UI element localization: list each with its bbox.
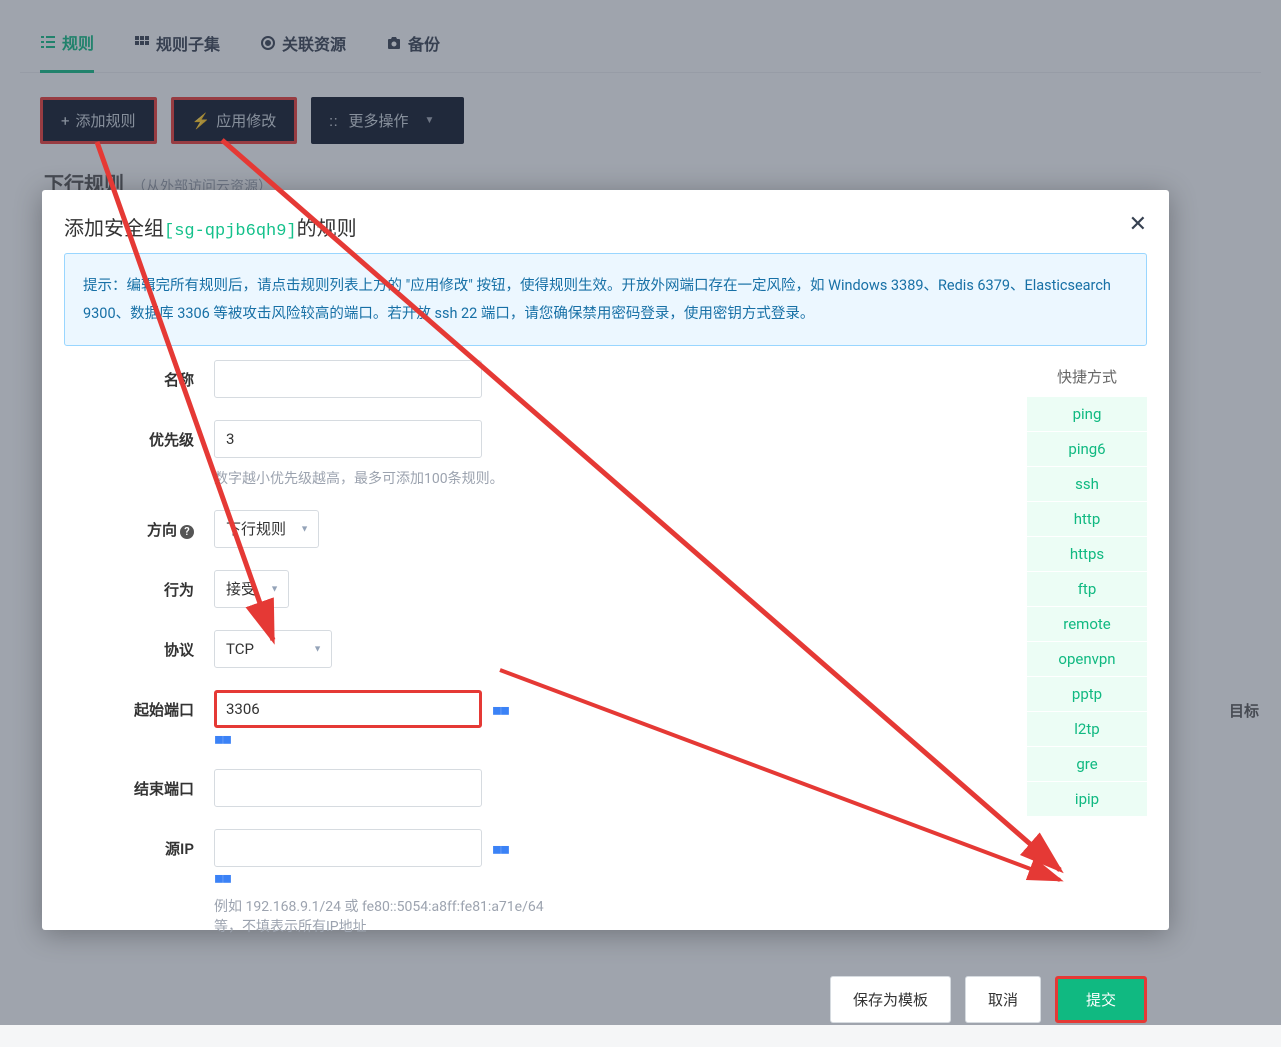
source-ip-hint: 例如 192.168.9.1/24 或 fe80::5054:a8ff:fe81…: [214, 896, 574, 936]
start-port-label: 起始端口: [64, 690, 214, 720]
shortcut-gre[interactable]: gre: [1027, 747, 1147, 781]
shortcut-http[interactable]: http: [1027, 502, 1147, 536]
priority-input[interactable]: [214, 420, 482, 458]
submit-button[interactable]: 提交: [1055, 976, 1147, 1023]
end-port-input[interactable]: [214, 769, 482, 807]
priority-label: 优先级: [64, 420, 214, 450]
priority-hint: 数字越小优先级越高，最多可添加100条规则。: [214, 468, 574, 488]
shortcut-l2tp[interactable]: l2tp: [1027, 712, 1147, 746]
shortcuts-panel: 快捷方式 ping ping6 ssh http https ftp remot…: [1027, 360, 1147, 958]
shortcut-ipip[interactable]: ipip: [1027, 782, 1147, 816]
shortcut-https[interactable]: https: [1027, 537, 1147, 571]
shortcut-openvpn[interactable]: openvpn: [1027, 642, 1147, 676]
action-label: 行为: [64, 570, 214, 600]
help-icon[interactable]: ?: [180, 525, 194, 539]
action-select[interactable]: 接受: [214, 570, 289, 608]
cancel-button[interactable]: 取消: [965, 976, 1041, 1023]
shortcut-ping6[interactable]: ping6: [1027, 432, 1147, 466]
direction-label: 方向?: [64, 510, 214, 540]
name-input[interactable]: [214, 360, 482, 398]
close-icon[interactable]: ✕: [1129, 212, 1147, 241]
protocol-label: 协议: [64, 630, 214, 660]
save-template-button[interactable]: 保存为模板: [830, 976, 951, 1023]
add-rule-modal: 添加安全组[sg-qpjb6qh9]的规则 ✕ 提示：编辑完所有规则后，请点击规…: [42, 190, 1169, 930]
shortcuts-title: 快捷方式: [1027, 360, 1147, 397]
source-ip-input[interactable]: [214, 829, 482, 867]
end-port-label: 结束端口: [64, 769, 214, 799]
shortcut-remote[interactable]: remote: [1027, 607, 1147, 641]
direction-select[interactable]: 下行规则: [214, 510, 319, 548]
shortcut-ftp[interactable]: ftp: [1027, 572, 1147, 606]
start-port-input[interactable]: [214, 690, 482, 728]
shortcut-pptp[interactable]: pptp: [1027, 677, 1147, 711]
name-label: 名称: [64, 360, 214, 390]
modal-title: 添加安全组[sg-qpjb6qh9]的规则: [64, 212, 357, 241]
source-ip-label: 源IP: [64, 829, 214, 859]
protocol-select[interactable]: TCP: [214, 630, 332, 668]
shortcut-ssh[interactable]: ssh: [1027, 467, 1147, 501]
security-group-id: [sg-qpjb6qh9]: [164, 222, 297, 241]
info-banner: 提示：编辑完所有规则后，请点击规则列表上方的 "应用修改" 按钮，使得规则生效。…: [64, 253, 1147, 346]
shortcut-ping[interactable]: ping: [1027, 397, 1147, 431]
